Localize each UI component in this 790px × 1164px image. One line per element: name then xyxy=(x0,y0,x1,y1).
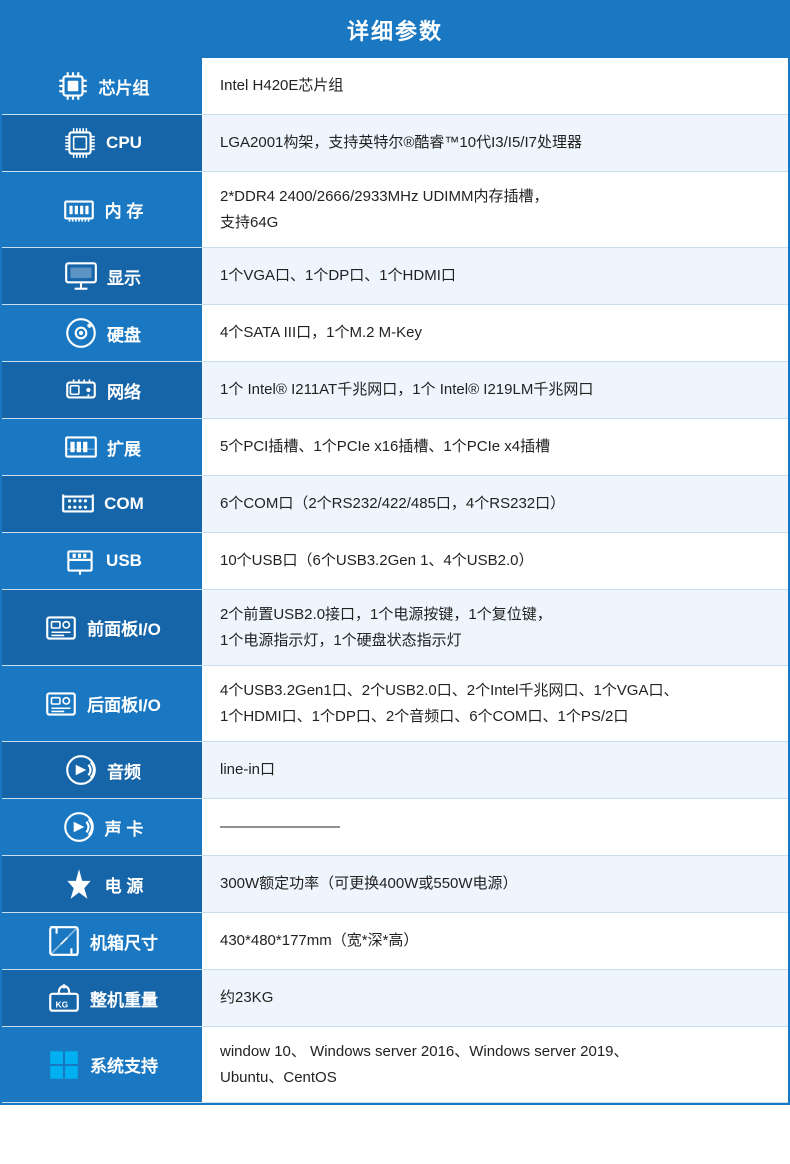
icon-cell-cpu: CPU xyxy=(2,115,202,172)
chipset-icon xyxy=(55,68,91,104)
specs-table: 芯片组 Intel H420E芯片组 CPU LGA2001构架，支持英特尔®酷睿™… xyxy=(2,58,788,1103)
icon-cell-dimensions: 机箱尺寸 xyxy=(2,913,202,970)
storage-icon xyxy=(63,315,99,351)
com-icon xyxy=(60,486,96,522)
table-row: 音频 line-in口 xyxy=(2,742,788,799)
icon-cell-expansion: 扩展 xyxy=(2,419,202,476)
specs-container: 详细参数 芯片组 Intel H420E芯片组 xyxy=(0,0,790,1105)
row-label: 机箱尺寸 xyxy=(90,929,158,954)
value-cell-rear-panel: 4个USB3.2Gen1口、2个USB2.0口、2个Intel千兆网口、1个VG… xyxy=(202,666,788,742)
table-row: 芯片组 Intel H420E芯片组 xyxy=(2,58,788,115)
table-row: 后面板I/O 4个USB3.2Gen1口、2个USB2.0口、2个Intel千兆网… xyxy=(2,666,788,742)
row-label: 整机重量 xyxy=(90,986,158,1011)
usb-icon xyxy=(62,543,98,579)
table-row: 前面板I/O 2个前置USB2.0接口，1个电源按键，1个复位键， 1个电源指示灯… xyxy=(2,590,788,666)
row-label: 电 源 xyxy=(105,872,144,897)
svg-text:KG: KG xyxy=(56,1000,69,1010)
soundcard-icon xyxy=(61,809,97,845)
table-row: 声 卡 ———————— xyxy=(2,799,788,856)
table-row: 内 存 2*DDR4 2400/2666/2933MHz UDIMM内存插槽， 支… xyxy=(2,172,788,248)
value-cell-weight: 约23KG xyxy=(202,970,788,1027)
value-cell-soundcard: ———————— xyxy=(202,799,788,856)
value-cell-cpu: LGA2001构架，支持英特尔®酷睿™10代I3/I5/I7处理器 xyxy=(202,115,788,172)
value-cell-power: 300W额定功率（可更换400W或550W电源） xyxy=(202,856,788,913)
icon-cell-front-panel: 前面板I/O xyxy=(2,590,202,666)
icon-cell-usb: USB xyxy=(2,533,202,590)
rear-panel-icon xyxy=(43,686,79,722)
front-panel-icon xyxy=(43,610,79,646)
value-cell-com: 6个COM口（2个RS232/422/485口，4个RS232口） xyxy=(202,476,788,533)
icon-cell-network: 网络 xyxy=(2,362,202,419)
row-label: 前面板I/O xyxy=(87,615,161,640)
value-cell-front-panel: 2个前置USB2.0接口，1个电源按键，1个复位键， 1个电源指示灯，1个硬盘状… xyxy=(202,590,788,666)
os-icon xyxy=(46,1047,82,1083)
icon-cell-soundcard: 声 卡 xyxy=(2,799,202,856)
expansion-icon xyxy=(63,429,99,465)
icon-cell-rear-panel: 后面板I/O xyxy=(2,666,202,742)
icon-cell-com: COM xyxy=(2,476,202,533)
row-label: 音频 xyxy=(107,758,141,783)
row-label: CPU xyxy=(106,133,142,153)
row-label: 显示 xyxy=(107,264,141,289)
value-cell-memory: 2*DDR4 2400/2666/2933MHz UDIMM内存插槽， 支持64… xyxy=(202,172,788,248)
value-cell-display: 1个VGA口、1个DP口、1个HDMI口 xyxy=(202,248,788,305)
table-row: 系统支持 window 10、 Windows server 2016、Windo… xyxy=(2,1027,788,1103)
cpu-icon xyxy=(62,125,98,161)
icon-cell-display: 显示 xyxy=(2,248,202,305)
table-row: 机箱尺寸 430*480*177mm（宽*深*高） xyxy=(2,913,788,970)
value-cell-audio: line-in口 xyxy=(202,742,788,799)
row-label: 硬盘 xyxy=(107,321,141,346)
display-icon xyxy=(63,258,99,294)
table-row: KG 整机重量约23KG xyxy=(2,970,788,1027)
dimensions-icon xyxy=(46,923,82,959)
page-title: 详细参数 xyxy=(2,2,788,58)
row-label: 芯片组 xyxy=(99,74,150,99)
table-row: 扩展 5个PCI插槽、1个PCIe x16插槽、1个PCIe x4插槽 xyxy=(2,419,788,476)
value-cell-dimensions: 430*480*177mm（宽*深*高） xyxy=(202,913,788,970)
memory-icon xyxy=(61,192,97,228)
value-cell-expansion: 5个PCI插槽、1个PCIe x16插槽、1个PCIe x4插槽 xyxy=(202,419,788,476)
value-cell-network: 1个 Intel® I211AT千兆网口，1个 Intel® I219LM千兆网… xyxy=(202,362,788,419)
weight-icon: KG xyxy=(46,980,82,1016)
row-label: 声 卡 xyxy=(105,815,144,840)
table-row: USB 10个USB口（6个USB3.2Gen 1、4个USB2.0） xyxy=(2,533,788,590)
power-icon xyxy=(61,866,97,902)
value-cell-storage: 4个SATA III口，1个M.2 M-Key xyxy=(202,305,788,362)
network-icon xyxy=(63,372,99,408)
table-row: 电 源 300W额定功率（可更换400W或550W电源） xyxy=(2,856,788,913)
table-row: 网络 1个 Intel® I211AT千兆网口，1个 Intel® I219LM千… xyxy=(2,362,788,419)
icon-cell-audio: 音频 xyxy=(2,742,202,799)
value-cell-usb: 10个USB口（6个USB3.2Gen 1、4个USB2.0） xyxy=(202,533,788,590)
table-row: CPU LGA2001构架，支持英特尔®酷睿™10代I3/I5/I7处理器 xyxy=(2,115,788,172)
icon-cell-power: 电 源 xyxy=(2,856,202,913)
row-label: 网络 xyxy=(107,378,141,403)
audio-icon xyxy=(63,752,99,788)
table-row: COM 6个COM口（2个RS232/422/485口，4个RS232口） xyxy=(2,476,788,533)
value-cell-chipset: Intel H420E芯片组 xyxy=(202,58,788,115)
row-label: 扩展 xyxy=(107,435,141,460)
row-label: COM xyxy=(104,494,144,514)
row-label: 系统支持 xyxy=(90,1052,158,1077)
icon-cell-memory: 内 存 xyxy=(2,172,202,248)
row-label: 后面板I/O xyxy=(87,691,161,716)
icon-cell-os: 系统支持 xyxy=(2,1027,202,1103)
icon-cell-storage: 硬盘 xyxy=(2,305,202,362)
value-cell-os: window 10、 Windows server 2016、Windows s… xyxy=(202,1027,788,1103)
row-label: USB xyxy=(106,551,142,571)
icon-cell-weight: KG 整机重量 xyxy=(2,970,202,1027)
table-row: 硬盘 4个SATA III口，1个M.2 M-Key xyxy=(2,305,788,362)
table-row: 显示 1个VGA口、1个DP口、1个HDMI口 xyxy=(2,248,788,305)
icon-cell-chipset: 芯片组 xyxy=(2,58,202,115)
row-label: 内 存 xyxy=(105,197,144,222)
